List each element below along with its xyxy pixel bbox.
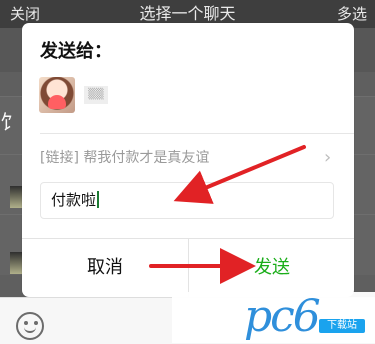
recipient-row[interactable]: ▒▒: [39, 77, 159, 117]
smiley-icon[interactable]: [16, 312, 44, 340]
background-list-partial-text: 饣: [0, 110, 20, 134]
pc6-watermark: pc6 下载站: [172, 292, 375, 343]
multi-select-button[interactable]: 多选: [337, 4, 367, 24]
message-input[interactable]: 付款啦: [40, 182, 334, 219]
message-input-value: 付款啦: [51, 191, 97, 209]
avatar: [39, 77, 75, 113]
chevron-right-icon: ›: [324, 147, 332, 168]
dialog-title: 发送给：: [40, 41, 112, 62]
send-dialog: 发送给： ▒▒ [链接] 帮我付款才是真友谊 › 付款啦 取消 发送: [22, 23, 354, 297]
shared-link-preview[interactable]: [链接] 帮我付款才是真友谊: [40, 148, 338, 168]
dialog-divider: [40, 133, 354, 134]
text-cursor: [97, 191, 100, 208]
recipient-name: ▒▒: [84, 86, 108, 104]
page-title: 选择一个聊天: [139, 4, 236, 23]
watermark-logo: pc6: [244, 291, 321, 342]
cancel-button[interactable]: 取消: [22, 239, 188, 297]
send-button[interactable]: 发送: [189, 239, 354, 297]
watermark-badge: 下载站: [319, 319, 365, 333]
